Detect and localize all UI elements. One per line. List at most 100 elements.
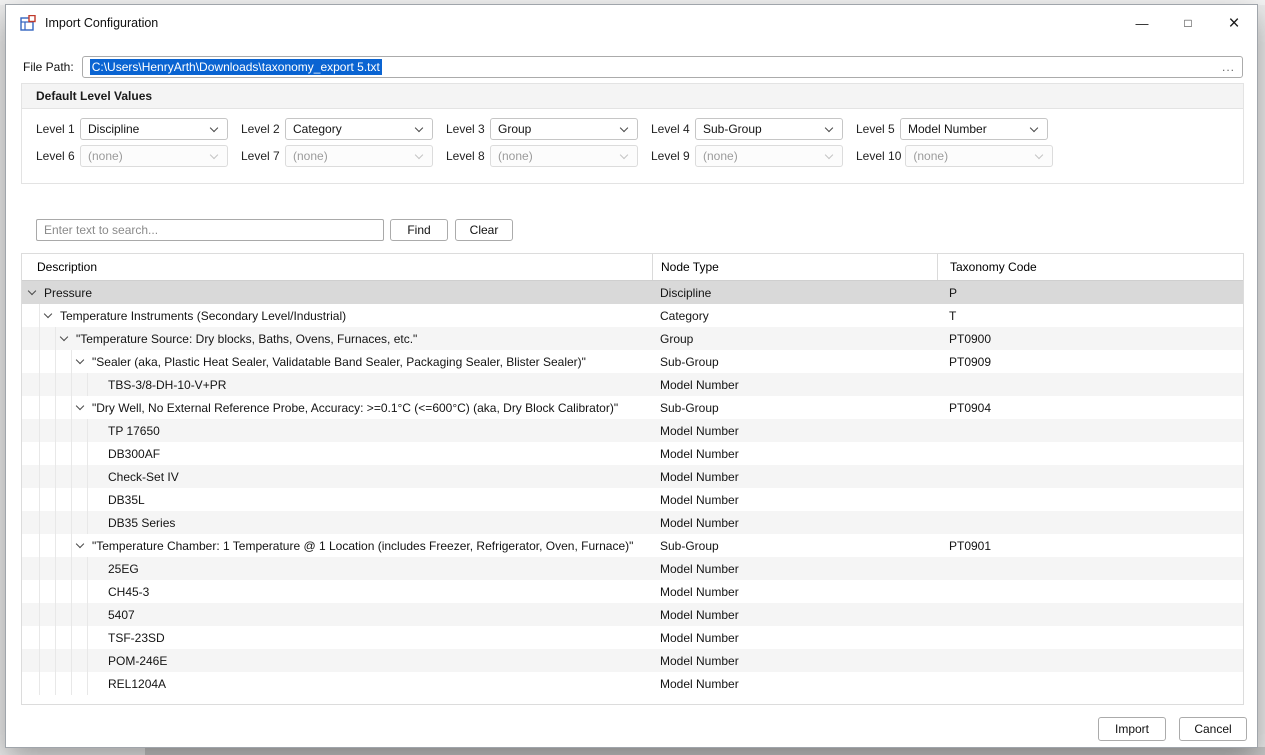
file-path-input[interactable]: C:\Users\HenryArth\Downloads\taxonomy_ex… (82, 56, 1243, 78)
expand-chevron-icon[interactable] (72, 396, 88, 419)
row-description: Check-Set IV (104, 470, 179, 484)
level-7-dropdown[interactable]: (none) (285, 145, 433, 167)
indent-guide (40, 626, 56, 649)
title-bar[interactable]: Import Configuration — □ × (6, 5, 1257, 41)
tree-row[interactable]: 25EGModel Number (22, 557, 1243, 580)
indent-guide (40, 603, 56, 626)
clear-button[interactable]: Clear (455, 219, 513, 241)
tree-row[interactable]: "Temperature Source: Dry blocks, Baths, … (22, 327, 1243, 350)
tree-row[interactable]: "Sealer (aka, Plastic Heat Sealer, Valid… (22, 350, 1243, 373)
level-label: Level 2 (241, 122, 281, 136)
level-dropdowns: Level 1DisciplineLevel 2CategoryLevel 3G… (22, 118, 1243, 167)
indent-guide (24, 442, 40, 465)
minimize-button[interactable]: — (1119, 5, 1165, 41)
tree-row[interactable]: TP 17650Model Number (22, 419, 1243, 442)
tree-row[interactable]: DB35 SeriesModel Number (22, 511, 1243, 534)
dropdown-selected-value: (none) (498, 149, 618, 163)
row-taxonomy-code (937, 419, 1243, 442)
level-1-dropdown[interactable]: Discipline (80, 118, 228, 140)
level-6-dropdown[interactable]: (none) (80, 145, 228, 167)
indent-guide (56, 396, 72, 419)
level-5-dropdown[interactable]: Model Number (900, 118, 1048, 140)
cancel-button[interactable]: Cancel (1179, 717, 1247, 741)
search-input[interactable] (36, 219, 384, 241)
find-button[interactable]: Find (390, 219, 448, 241)
tree-row[interactable]: POM-246E Model Number (22, 649, 1243, 672)
column-header-taxonomy-code[interactable]: Taxonomy Code (937, 254, 1243, 280)
row-node-type: Model Number (652, 465, 937, 488)
dialog-footer: Import Cancel (1098, 717, 1247, 741)
level-label: Level 1 (36, 122, 76, 136)
row-taxonomy-code (937, 626, 1243, 649)
indent-guide (72, 626, 88, 649)
row-description: Temperature Instruments (Secondary Level… (56, 309, 346, 323)
app-icon (19, 15, 36, 32)
level-2-dropdown[interactable]: Category (285, 118, 433, 140)
tree-row[interactable]: Check-Set IV Model Number (22, 465, 1243, 488)
indent-spacer (88, 626, 104, 649)
expand-chevron-icon[interactable] (24, 281, 40, 304)
tree-row[interactable]: TBS-3/8-DH-10-V+PRModel Number (22, 373, 1243, 396)
tree-row[interactable]: "Temperature Chamber: 1 Temperature @ 1 … (22, 534, 1243, 557)
tree-row[interactable]: 5407Model Number (22, 603, 1243, 626)
indent-guide (40, 396, 56, 419)
row-description: "Temperature Chamber: 1 Temperature @ 1 … (88, 539, 633, 553)
maximize-button[interactable]: □ (1165, 5, 1211, 41)
tree-row[interactable]: Temperature Instruments (Secondary Level… (22, 304, 1243, 327)
indent-guide (24, 649, 40, 672)
level-4-dropdown[interactable]: Sub-Group (695, 118, 843, 140)
row-description-cell: Check-Set IV (22, 465, 652, 488)
level-9-dropdown[interactable]: (none) (695, 145, 843, 167)
indent-guide (40, 419, 56, 442)
indent-guide (72, 649, 88, 672)
row-node-type: Model Number (652, 649, 937, 672)
indent-guide (56, 649, 72, 672)
row-node-type: Model Number (652, 580, 937, 603)
indent-guide (56, 419, 72, 442)
close-button[interactable]: × (1211, 5, 1257, 41)
indent-guide (40, 442, 56, 465)
import-configuration-dialog: Import Configuration — □ × File Path: C:… (5, 4, 1258, 748)
chevron-down-icon (208, 155, 220, 158)
window-controls: — □ × (1119, 5, 1257, 41)
indent-guide (56, 465, 72, 488)
expand-chevron-icon[interactable] (72, 534, 88, 557)
level-item: Level 5Model Number (856, 118, 1048, 140)
column-header-description[interactable]: Description (22, 254, 652, 280)
column-header-node-type[interactable]: Node Type (652, 254, 937, 280)
level-8-dropdown[interactable]: (none) (490, 145, 638, 167)
level-item: Level 10(none) (856, 145, 1053, 167)
row-node-type: Sub-Group (652, 350, 937, 373)
indent-guide (72, 672, 88, 695)
tree-row[interactable]: TSF-23SDModel Number (22, 626, 1243, 649)
expand-chevron-icon[interactable] (56, 327, 72, 350)
tree-row[interactable]: DB35LModel Number (22, 488, 1243, 511)
indent-spacer (88, 557, 104, 580)
indent-guide (40, 534, 56, 557)
tree-row[interactable]: PressureDisciplineP (22, 281, 1243, 304)
expand-chevron-icon[interactable] (72, 350, 88, 373)
browse-button[interactable]: ... (1214, 60, 1235, 74)
level-3-dropdown[interactable]: Group (490, 118, 638, 140)
indent-spacer (88, 511, 104, 534)
indent-guide (24, 626, 40, 649)
level-item: Level 6(none) (36, 145, 228, 167)
tree-row[interactable]: DB300AFModel Number (22, 442, 1243, 465)
default-level-values-group: Default Level Values Level 1DisciplineLe… (21, 83, 1244, 184)
indent-guide (24, 534, 40, 557)
tree-row[interactable]: REL1204AModel Number (22, 672, 1243, 695)
row-description: POM-246E (104, 654, 167, 668)
level-label: Level 4 (651, 122, 691, 136)
expand-chevron-icon[interactable] (40, 304, 56, 327)
indent-guide (56, 350, 72, 373)
minimize-icon: — (1136, 17, 1149, 30)
tree-row[interactable]: CH45-3Model Number (22, 580, 1243, 603)
chevron-down-icon (1028, 128, 1040, 131)
indent-guide (24, 580, 40, 603)
row-node-type: Category (652, 304, 937, 327)
tree-row[interactable]: "Dry Well, No External Reference Probe, … (22, 396, 1243, 419)
import-button[interactable]: Import (1098, 717, 1166, 741)
level-10-dropdown[interactable]: (none) (905, 145, 1053, 167)
row-description-cell: DB300AF (22, 442, 652, 465)
indent-guide (24, 327, 40, 350)
